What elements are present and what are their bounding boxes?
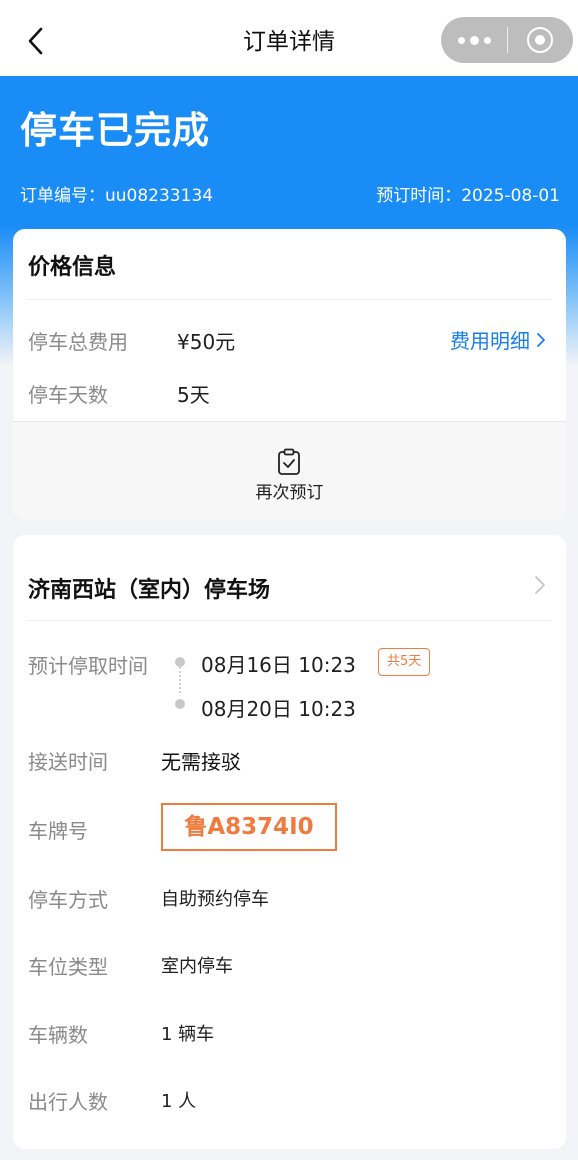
traveler-count-value: 1 人 [161,1091,197,1112]
target-close-icon [527,27,553,53]
order-status-title: 停车已完成 [20,109,210,152]
timeline-dot [175,657,185,667]
parking-info-card: 济南西站（室内）停车场 预计停取时间 08月16日 10:23 08月20日 1… [13,535,566,1149]
parking-lot-name[interactable]: 济南西站（室内）停车场 [28,572,270,604]
vehicle-count-label: 车辆数 [28,1023,88,1047]
timeline-dot [175,699,185,709]
divider [28,299,551,300]
divider [28,620,551,621]
price-info-heading: 价格信息 [28,255,117,280]
total-fee-value: ¥50元 [177,330,236,354]
shuttle-time-label: 接送时间 [28,750,108,774]
clipboard-check-icon [278,448,300,475]
chevron-right-icon[interactable] [534,575,546,595]
parking-method-label: 停车方式 [28,888,108,912]
navigation-bar: 订单详情 [0,0,578,76]
more-button[interactable] [441,17,507,63]
price-info-card: 价格信息 停车总费用 ¥50元 费用明细 停车天数 5天 再次预订 [13,229,566,519]
traveler-count-label: 出行人数 [28,1090,108,1114]
end-time: 08月20日 10:23 [201,697,356,721]
plate-number-label: 车牌号 [28,819,88,843]
parking-days-label: 停车天数 [28,383,108,407]
start-time: 08月16日 10:23 [201,653,356,677]
rebook-button[interactable]: 再次预订 [13,422,566,519]
vehicle-count-value: 1 辆车 [161,1024,215,1045]
order-number: 订单编号：uu08233134 [20,186,214,206]
duration-badge: 共5天 [378,648,431,676]
fee-detail-link[interactable]: 费用明细 [450,325,546,354]
timeline-connector [179,667,181,693]
pickup-time-label: 预计停取时间 [28,654,148,678]
mini-program-capsule [441,17,573,63]
space-type-value: 室内停车 [161,956,233,977]
parking-days-value: 5天 [177,383,210,407]
chevron-right-icon [537,332,545,347]
plate-number-value: 鲁A8374I0 [161,803,337,851]
booking-time: 预订时间：2025-08-01 [376,186,560,206]
shuttle-time-value: 无需接驳 [161,750,241,774]
fee-detail-label: 费用明细 [450,329,530,353]
total-fee-label: 停车总费用 [28,330,128,354]
space-type-label: 车位类型 [28,955,108,979]
close-mini-program-button[interactable] [508,17,572,63]
more-dots-icon [457,35,491,45]
rebook-label: 再次预订 [255,483,324,503]
parking-method-value: 自助预约停车 [161,889,269,910]
